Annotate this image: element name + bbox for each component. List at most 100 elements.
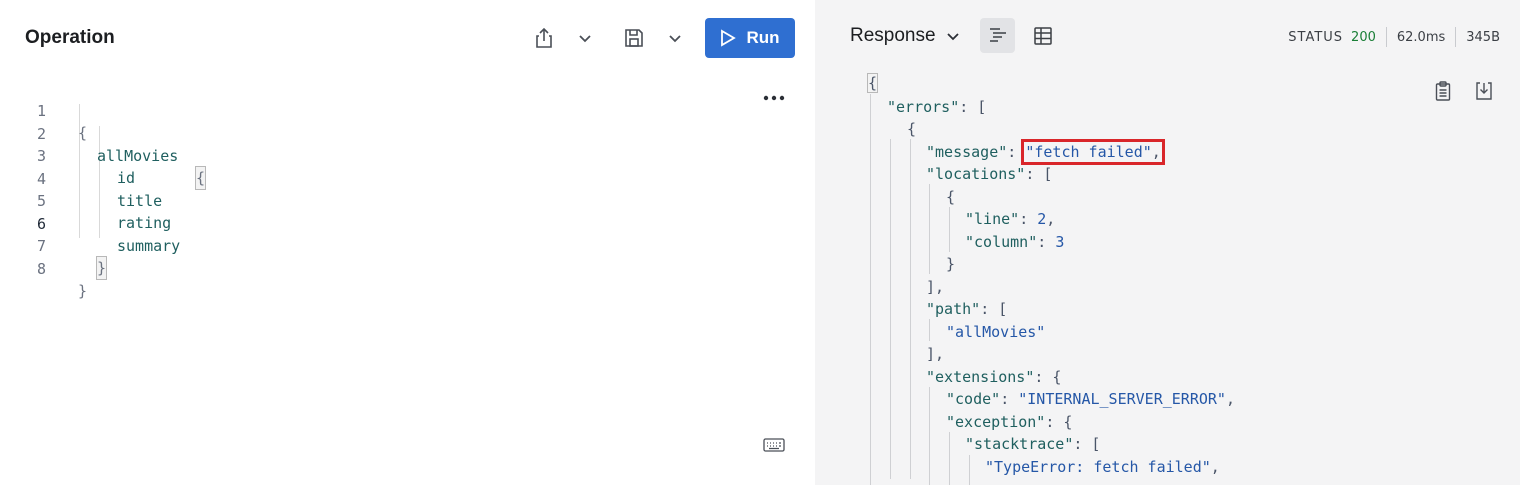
save-icon[interactable] (622, 26, 646, 50)
json-line: "path": [ (926, 298, 1007, 320)
line-number: 8 (36, 260, 46, 278)
indent-guide (870, 94, 871, 485)
json-punc: : (1019, 210, 1038, 228)
json-line: "exception": { (946, 411, 1072, 433)
json-punc: ], (926, 278, 945, 296)
json-line: { (866, 72, 879, 94)
json-string: "allMovies" (946, 323, 1046, 341)
code-line: 7 } (0, 213, 740, 280)
indent-guide (910, 139, 911, 479)
json-line: ], (926, 276, 944, 298)
json-line: } (946, 253, 955, 275)
text-view-icon[interactable] (980, 18, 1015, 53)
keyboard-icon[interactable] (763, 438, 787, 456)
json-punc: : { (1034, 368, 1062, 386)
highlighted-value: "fetch failed", (1021, 139, 1165, 165)
status-bar: STATUS 200 62.0ms 345B (1288, 27, 1500, 47)
json-string: "INTERNAL_SERVER_ERROR" (1018, 390, 1226, 408)
divider (1455, 27, 1457, 47)
json-line: "allMovies" (946, 321, 1045, 343)
json-punc: } (946, 255, 956, 273)
share-icon[interactable] (532, 26, 556, 50)
indent-guide (929, 184, 930, 274)
json-punc: { (946, 188, 956, 206)
json-line: "errors": [ (887, 96, 986, 118)
json-number: 3 (1055, 233, 1065, 251)
json-punc: : (1000, 390, 1019, 408)
json-key: "code" (946, 390, 1001, 408)
json-number: 2 (1037, 210, 1047, 228)
json-punc: : (1037, 233, 1056, 251)
operation-title: Operation (25, 27, 115, 48)
divider (1385, 27, 1387, 47)
code-line: 3 id (0, 123, 740, 187)
json-line: "TypeError: fetch failed", (985, 456, 1220, 478)
indent-guide (929, 387, 930, 485)
json-punc: { (907, 120, 917, 138)
json-key: "errors" (887, 98, 960, 116)
indent-guide (949, 432, 950, 485)
json-punc: : [ (1025, 165, 1053, 183)
more-icon[interactable] (762, 88, 786, 108)
json-key: "exception" (946, 413, 1046, 431)
json-line: "code": "INTERNAL_SERVER_ERROR", (946, 388, 1235, 410)
chevron-down-icon (946, 33, 959, 41)
indent-guide (949, 207, 950, 252)
json-key: "extensions" (926, 368, 1035, 386)
json-string: "fetch failed" (1025, 143, 1152, 161)
json-key: "column" (965, 233, 1038, 251)
json-line: "locations": [ (926, 163, 1052, 185)
json-punc: { (866, 73, 879, 93)
indent-guide (929, 319, 930, 341)
response-json[interactable]: { "errors": [ { "message": "fetch failed… (815, 72, 1520, 485)
code-line: 6 summary (0, 191, 740, 255)
json-punc: , (1151, 143, 1161, 161)
code-line: 5 rating (0, 168, 740, 232)
json-line: ], (926, 343, 944, 365)
json-punc: , (1225, 390, 1235, 408)
status-label: STATUS (1288, 29, 1344, 45)
share-chevron-down-icon[interactable] (573, 26, 597, 50)
json-line: { (907, 118, 916, 140)
code-line: 4 title (0, 146, 740, 210)
code-line: 8 } (0, 236, 740, 300)
run-label: Run (746, 28, 780, 47)
save-chevron-down-icon[interactable] (663, 26, 687, 50)
json-line: "stacktrace": [ (965, 433, 1100, 455)
status-code: 200 (1351, 29, 1376, 45)
run-button[interactable]: Run (705, 18, 795, 58)
json-line: "column": 3 (965, 231, 1064, 253)
code-text: } (78, 282, 88, 300)
response-size: 345B (1466, 29, 1500, 45)
indent-guide (890, 139, 891, 479)
play-icon (721, 29, 737, 47)
json-punc: : { (1045, 413, 1073, 431)
operation-editor[interactable]: 1 { 2 allMovies { 3 id 4 title 5 rating … (0, 78, 740, 478)
json-punc: ], (926, 345, 945, 363)
json-line: "extensions": { (926, 366, 1061, 388)
json-key: "path" (926, 300, 981, 318)
response-title: Response (850, 25, 936, 46)
json-line: "line": 2, (965, 208, 1055, 230)
bracket-match: } (95, 256, 108, 280)
json-key: "locations" (926, 165, 1026, 183)
table-view-icon[interactable] (1025, 18, 1060, 53)
json-key: "stacktrace" (965, 435, 1074, 453)
indent-guide (969, 455, 970, 485)
json-punc: : (1007, 143, 1026, 161)
json-punc: : [ (959, 98, 987, 116)
code-line: 1 { (0, 78, 740, 142)
operation-panel: Operation Run 1 { 2 allMovies {3 id 4 t… (0, 0, 815, 485)
json-line: "message": "fetch failed", (926, 139, 1165, 165)
json-punc: , (1210, 458, 1220, 476)
json-key: "message" (926, 143, 1008, 161)
json-punc: , (1046, 210, 1056, 228)
response-dropdown[interactable]: Response (850, 25, 960, 47)
response-panel: Response STATUS 200 62.0ms 345B {"error… (815, 0, 1520, 485)
json-key: "line" (965, 210, 1020, 228)
json-punc: : [ (980, 300, 1008, 318)
json-line: { (946, 186, 955, 208)
json-punc: : [ (1073, 435, 1101, 453)
code-line: 2 allMovies { (0, 101, 740, 190)
json-string: "TypeError: fetch failed" (985, 458, 1211, 476)
